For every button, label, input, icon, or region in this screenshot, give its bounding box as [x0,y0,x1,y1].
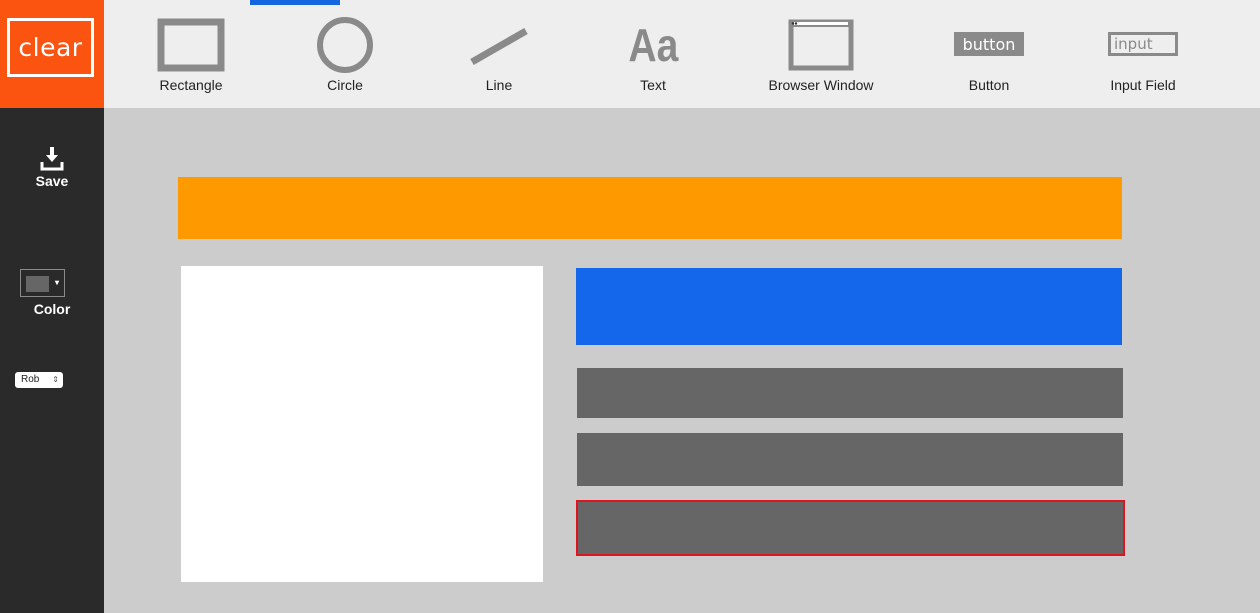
input-field-icon: input [1108,32,1178,56]
tool-label: Circle [327,77,363,93]
tool-text[interactable]: Aa Text [618,0,688,108]
line-icon [470,27,528,66]
canvas-rectangle[interactable] [577,368,1123,418]
input-field-icon-text: input [1114,35,1153,53]
logo[interactable]: clear [0,0,104,108]
selected-canvas-rectangle[interactable] [576,500,1125,556]
browser-window-icon [788,19,854,71]
left-sidebar: clear Save ▾ Color Rob ⇕ [0,0,104,613]
button-icon: button [954,32,1024,56]
canvas-rectangle[interactable] [178,177,1122,239]
tool-label: Rectangle [159,77,223,93]
save-label: Save [35,173,69,189]
tool-rectangle[interactable]: Rectangle [156,0,226,108]
canvas-rectangle[interactable] [181,266,543,582]
rectangle-icon [157,18,225,72]
logo-text[interactable]: clear [7,18,94,77]
font-select-value: Rob [21,374,40,385]
drawing-canvas[interactable] [104,108,1260,613]
color-swatch-button[interactable]: ▾ [20,269,65,297]
tool-label: Browser Window [768,77,874,93]
canvas-rectangle[interactable] [577,433,1123,486]
text-icon: Aa [628,19,678,71]
download-icon [40,147,64,171]
circle-icon [317,17,373,73]
color-picker[interactable]: ▾ Color [0,268,104,320]
save-button[interactable]: Save [0,145,104,195]
tool-input-field[interactable]: input Input Field [1107,0,1179,108]
canvas-rectangle[interactable] [576,268,1122,345]
tool-label: Text [640,77,666,93]
tool-browser-window[interactable]: Browser Window [768,0,874,108]
color-label: Color [33,301,71,317]
tool-label: Line [485,77,513,93]
tool-line[interactable]: Line [464,0,534,108]
tool-label: Button [968,77,1010,93]
tool-circle[interactable]: Circle [310,0,380,108]
tool-button[interactable]: button Button [954,0,1024,108]
tool-label: Input Field [1110,77,1176,93]
tool-bar: Rectangle Circle Line Aa Text Browser Wi… [104,0,1260,108]
font-select[interactable]: Rob ⇕ [15,372,63,388]
select-arrows-icon: ⇕ [52,375,59,384]
button-icon-text: button [962,34,1016,54]
dropdown-arrow-icon: ▾ [55,278,60,287]
color-swatch [26,276,49,292]
